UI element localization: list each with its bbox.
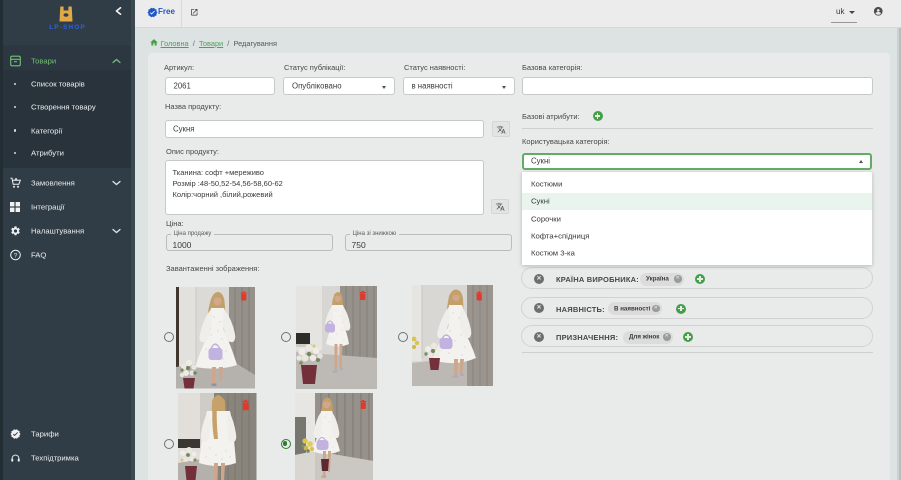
svg-text:?: ? xyxy=(14,252,18,259)
